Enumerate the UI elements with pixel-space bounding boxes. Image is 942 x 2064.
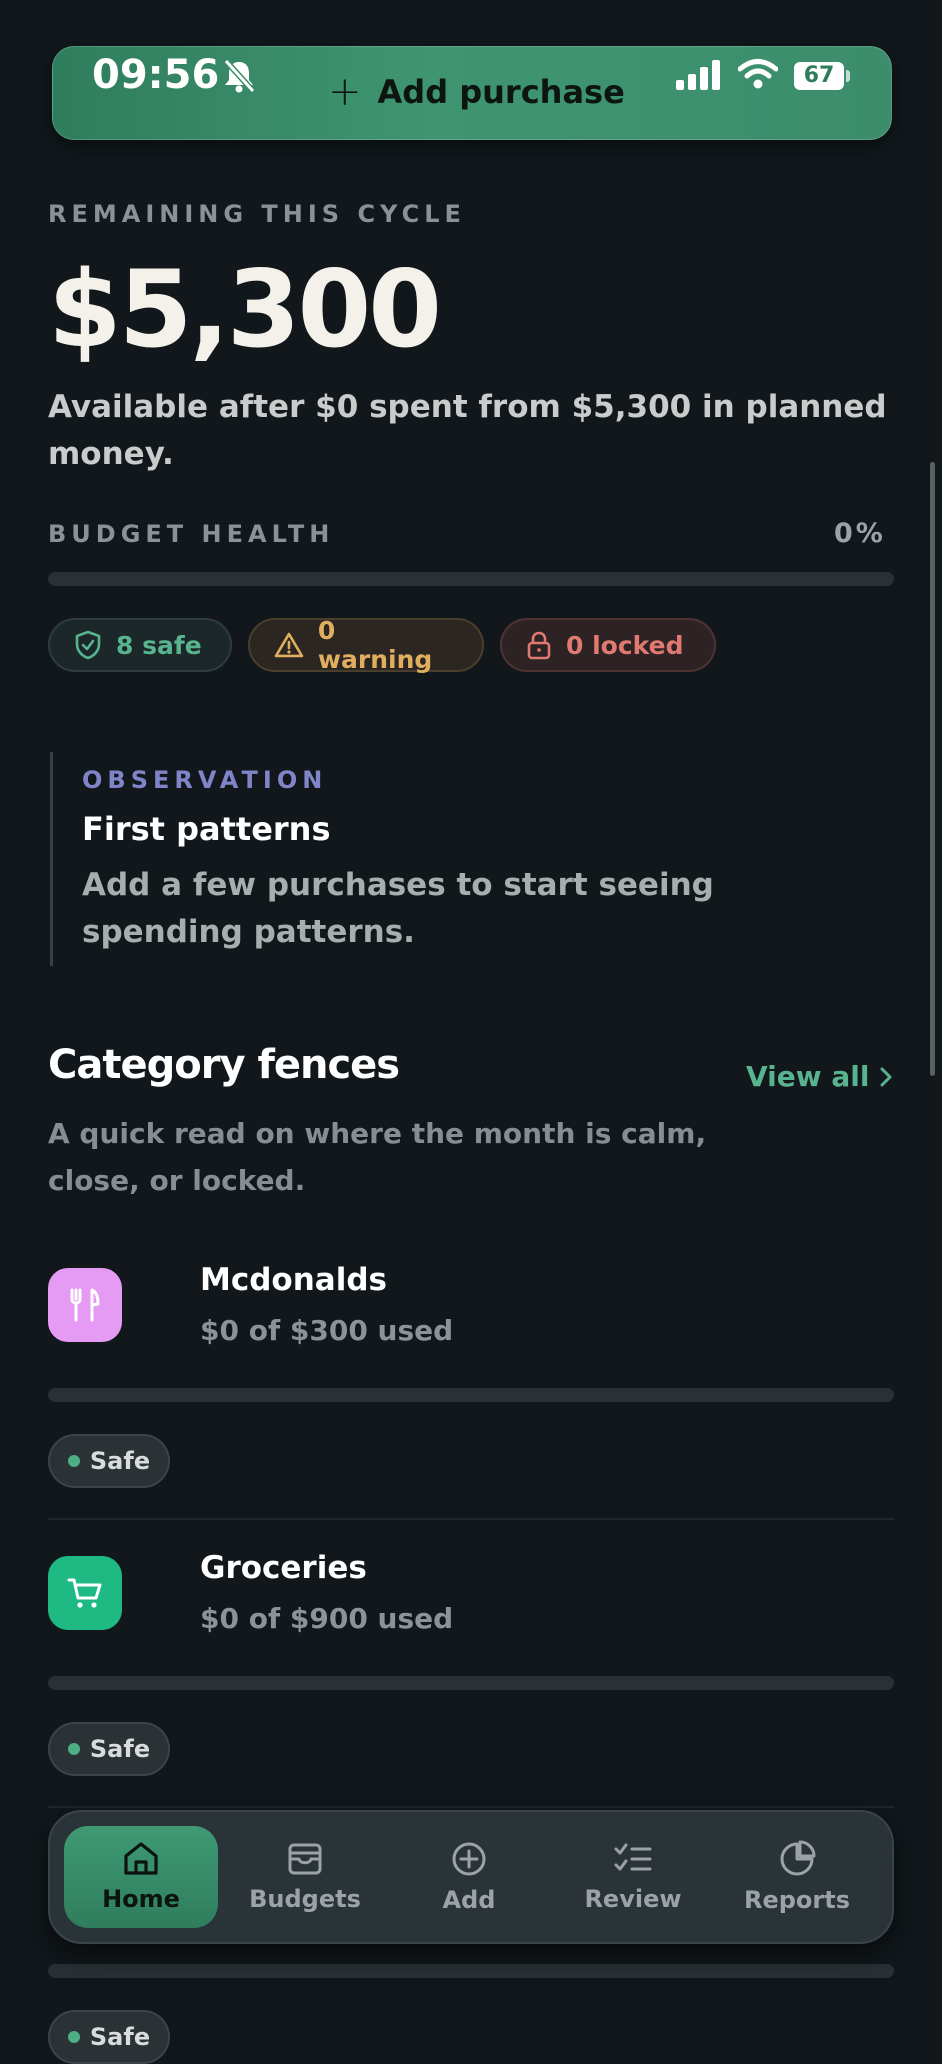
tab-reports-label: Reports [743,1886,851,1914]
category-status-badge: Safe [48,2010,170,2064]
checklist-icon [614,1843,652,1871]
observation-body: Add a few purchases to start seeing spen… [82,867,714,950]
safe-count-label: 8 safe [116,630,202,660]
cart-icon [67,1578,102,1608]
tab-budgets-label: Budgets [249,1885,361,1913]
observation-accent-bar [50,752,53,966]
warning-count-chip[interactable]: 0 warning [248,616,484,674]
battery-level: 67 [794,62,844,90]
add-purchase-button[interactable]: + Add purchase [328,72,625,112]
mcdonalds-category-icon[interactable] [48,1268,122,1342]
category-status-label: Safe [89,1735,151,1763]
category-usage: $0 of $900 used [200,1602,454,1635]
budget-health-percent: 0% [834,518,886,549]
observation-label: OBSERVATION [82,766,328,794]
plus-icon: + [328,69,362,115]
category-name[interactable]: Groceries [200,1550,367,1586]
warning-count-label: 0 warning [317,616,433,674]
category-divider [48,1806,894,1808]
tab-review-label: Review [584,1885,682,1913]
category-fences-title: Category fences [48,1042,400,1088]
view-all-label: View all [746,1060,870,1093]
tab-reports[interactable]: Reports [720,1826,874,1928]
status-dot [67,1743,80,1755]
observation-title: First patterns [82,810,331,848]
utensils-icon [70,1288,100,1322]
category-status-badge: Safe [48,1434,170,1488]
scrollbar[interactable] [930,462,935,1076]
status-time: 09:56 [92,52,220,98]
category-progress [48,1676,894,1690]
bottom-tab-bar: Home Budgets Add Review Reports [48,1810,894,1944]
safe-count-chip[interactable]: 8 safe [48,618,232,672]
chevron-right-icon [880,1067,892,1086]
lock-icon [527,631,551,660]
category-progress [48,1964,894,1978]
category-usage: $0 of $300 used [200,1314,454,1347]
wallet-icon [288,1843,322,1875]
add-purchase-label: Add purchase [377,73,625,111]
category-status-badge: Safe [48,1722,170,1776]
battery-cap [846,70,850,82]
category-progress [48,1388,894,1402]
tab-add[interactable]: Add [392,1826,546,1928]
category-status-label: Safe [89,2023,151,2051]
tab-home[interactable]: Home [64,1826,218,1928]
remaining-description: Available after $0 spent from $5,300 in … [48,389,887,472]
groceries-category-icon[interactable] [48,1556,122,1630]
category-name[interactable]: Mcdonalds [200,1262,387,1298]
shield-check-icon [75,630,101,660]
wifi-icon [738,59,778,89]
warning-triangle-icon [274,632,304,658]
tab-home-label: Home [102,1885,180,1913]
tab-budgets[interactable]: Budgets [228,1826,382,1928]
locked-count-chip[interactable]: 0 locked [500,618,716,672]
category-divider [48,1518,894,1520]
pie-chart-icon [780,1840,816,1876]
tab-add-label: Add [442,1886,496,1914]
cellular-signal-icon [676,60,720,90]
bell-muted-icon [223,58,256,94]
home-icon [124,1842,158,1875]
category-fences-subtitle: A quick read on where the month is calm,… [48,1117,707,1197]
locked-count-label: 0 locked [566,630,684,660]
status-dot [67,1455,80,1467]
plus-circle-icon [452,1842,486,1876]
tab-review[interactable]: Review [556,1826,710,1928]
category-status-label: Safe [89,1447,151,1475]
remaining-amount: $5,300 [48,248,442,371]
budget-health-label: BUDGET HEALTH [48,520,335,548]
remaining-eyebrow: REMAINING THIS CYCLE [48,200,466,228]
status-dot [67,2031,80,2043]
budget-health-progress [48,572,894,586]
view-all-link[interactable]: View all [746,1060,893,1093]
